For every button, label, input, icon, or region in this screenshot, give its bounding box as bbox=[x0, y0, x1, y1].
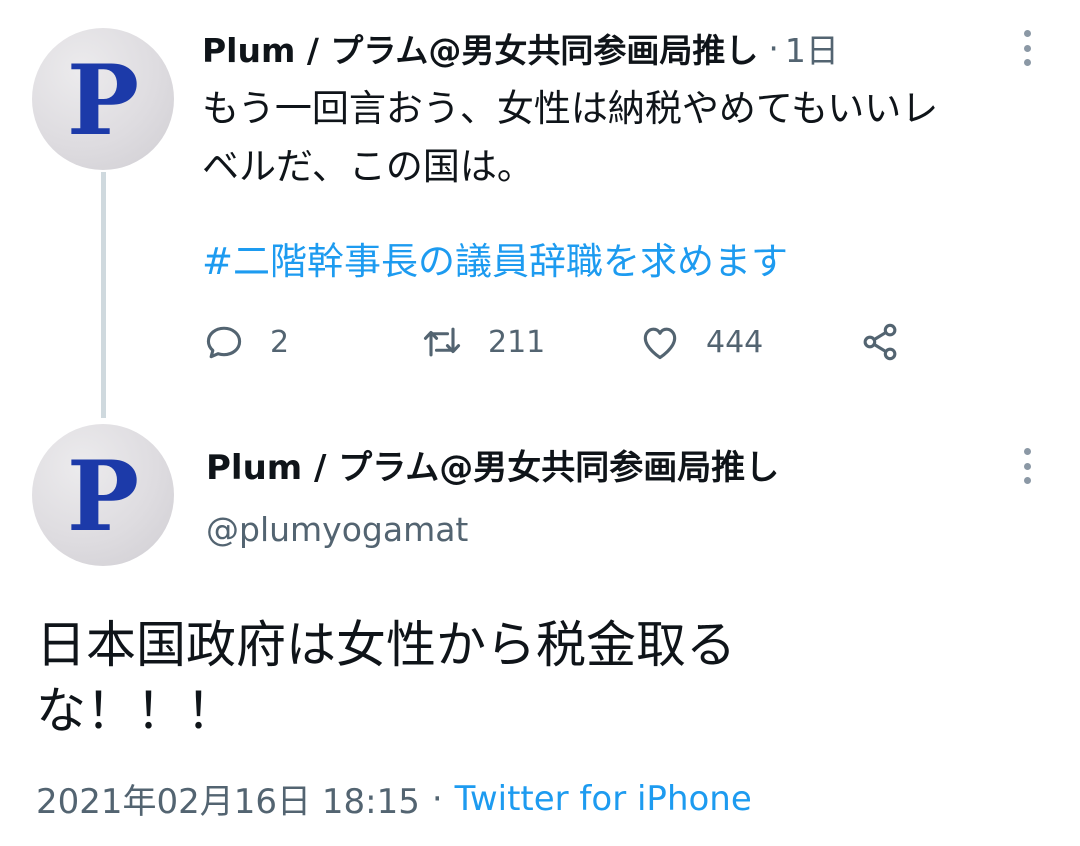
reply-button[interactable]: 2 bbox=[202, 316, 289, 368]
reply-count: 2 bbox=[270, 324, 290, 360]
like-icon bbox=[643, 327, 677, 360]
tweet2-text: 日本国政府は女性から税金取る な！！！ bbox=[36, 612, 936, 744]
tweet2-text-line2: な！！！ bbox=[36, 682, 236, 740]
share-icon bbox=[863, 323, 897, 361]
tweet2-handle[interactable]: @plumyogamat bbox=[206, 510, 468, 549]
tweet1-header: Plum / プラム@男女共同参画局推し · 1日 bbox=[202, 24, 1002, 72]
time-separator: · bbox=[768, 28, 779, 68]
tweet2-meta: 2021年02月16日 18:15 · Twitter for iPhone bbox=[36, 774, 752, 823]
reply-icon bbox=[206, 326, 242, 359]
like-count: 444 bbox=[706, 324, 764, 360]
more-icon[interactable] bbox=[1017, 444, 1037, 488]
retweet-icon bbox=[423, 327, 461, 357]
tweet1-timestamp[interactable]: 1日 bbox=[785, 24, 839, 72]
tweet1-text-line2: ベルだ、この国は。 bbox=[202, 145, 534, 188]
tweet1-action-bar: 2 211 444 bbox=[202, 316, 922, 368]
tweet1-text: もう一回言おう、女性は納税やめてもいいレ ベルだ、この国は。 bbox=[202, 80, 1042, 196]
thread-connector-line bbox=[101, 172, 106, 418]
avatar-letter: P bbox=[66, 44, 140, 157]
avatar-tweet2[interactable]: P bbox=[32, 424, 174, 566]
avatar-letter: P bbox=[66, 440, 140, 553]
tweet2-display-name[interactable]: Plum / プラム@男女共同参画局推し bbox=[206, 440, 779, 489]
like-button[interactable]: 444 bbox=[638, 316, 763, 368]
retweet-count: 211 bbox=[488, 324, 546, 360]
tweet1-text-line1: もう一回言おう、女性は納税やめてもいいレ bbox=[202, 87, 939, 130]
tweet2-source-link[interactable]: Twitter for iPhone bbox=[455, 779, 752, 819]
tweet1-display-name[interactable]: Plum / プラム@男女共同参画局推し bbox=[202, 24, 758, 72]
more-icon[interactable] bbox=[1017, 26, 1037, 70]
meta-separator: · bbox=[431, 778, 443, 819]
retweet-button[interactable]: 211 bbox=[420, 316, 545, 368]
tweet1-hashtag-link[interactable]: #二階幹事長の議員辞職を求めます bbox=[202, 236, 788, 288]
tweet2-text-line1: 日本国政府は女性から税金取る bbox=[36, 616, 736, 674]
avatar-tweet1[interactable]: P bbox=[32, 28, 174, 170]
share-button[interactable] bbox=[858, 316, 902, 368]
tweet2-timestamp[interactable]: 2021年02月16日 18:15 bbox=[36, 774, 420, 823]
